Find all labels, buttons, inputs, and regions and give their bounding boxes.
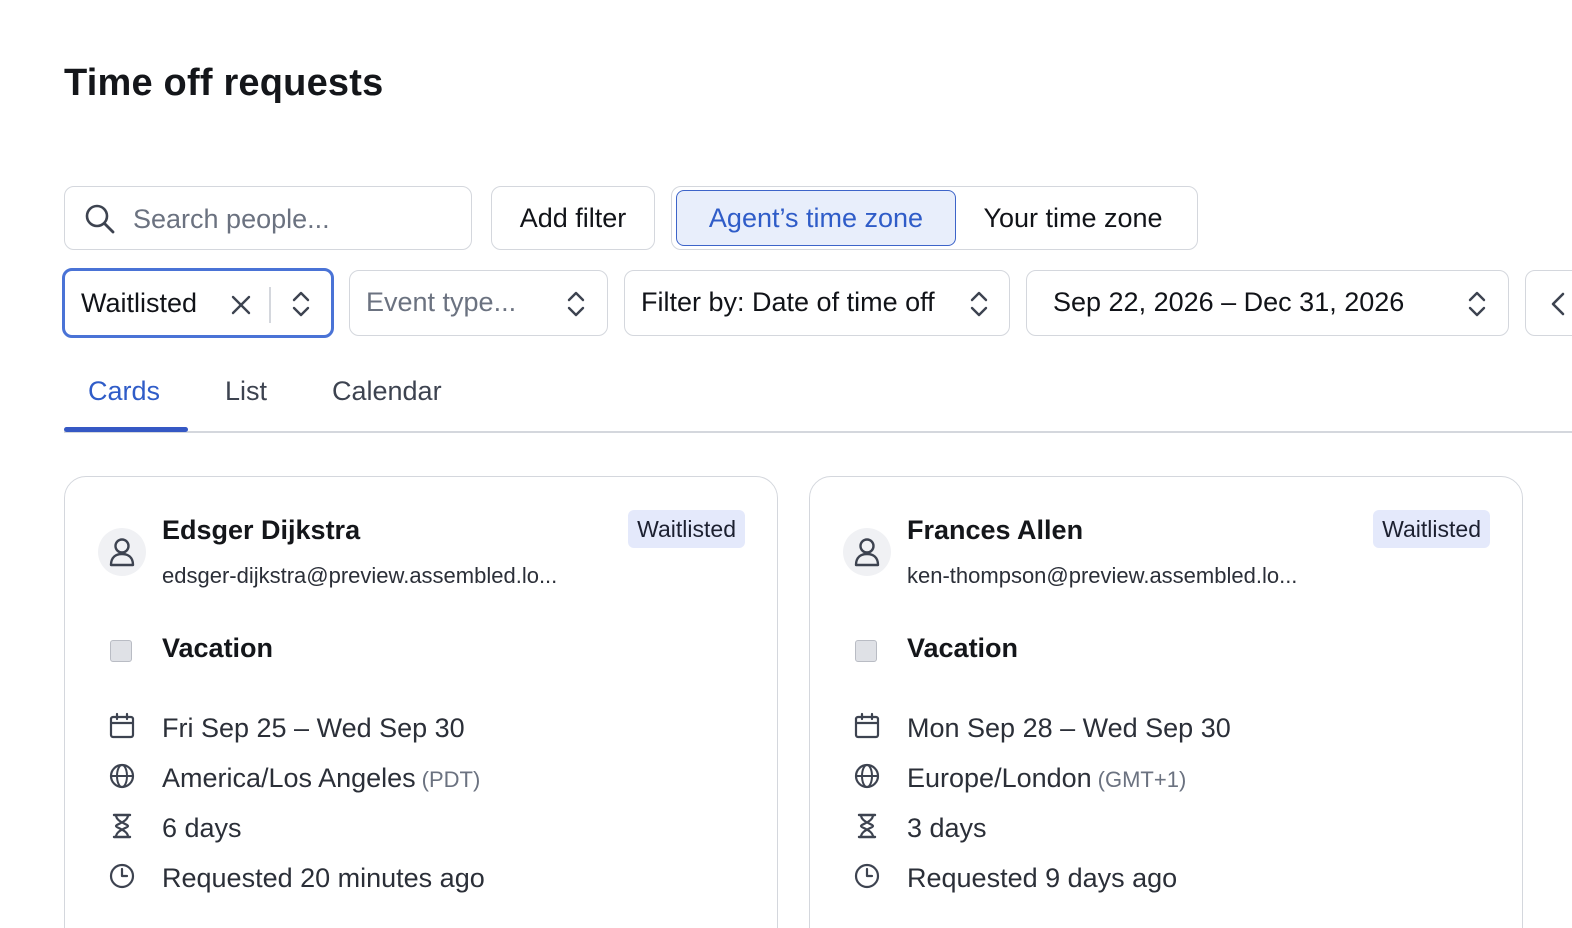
search-icon — [85, 204, 115, 234]
timezone-name: Europe/London — [907, 763, 1092, 793]
filter-by-select[interactable]: Filter by: Date of time off — [624, 270, 1010, 336]
active-tab-indicator — [64, 427, 188, 432]
timezone-text: Europe/London (GMT+1) — [907, 763, 1186, 794]
timezone-abbr: (PDT) — [421, 767, 481, 792]
filter-by-value: Filter by: Date of time off — [641, 287, 935, 317]
date-range-text: Mon Sep 28 – Wed Sep 30 — [907, 713, 1231, 743]
date-range-text: Fri Sep 25 – Wed Sep 30 — [162, 713, 465, 743]
timezone-toggle: Agent’s time zone Your time zone — [671, 186, 1198, 250]
tab-calendar[interactable]: Calendar — [332, 376, 442, 407]
agent-timezone-option[interactable]: Agent’s time zone — [676, 190, 956, 246]
search-input[interactable] — [133, 199, 453, 239]
requester-email: ken-thompson@preview.assembled.lo... — [907, 563, 1298, 588]
chevron-up-down-icon — [292, 291, 310, 317]
hourglass-icon — [857, 813, 877, 839]
tab-list[interactable]: List — [225, 376, 267, 407]
event-type-placeholder: Event type... — [366, 287, 517, 317]
user-icon — [109, 538, 135, 567]
tabs-divider — [64, 431, 1572, 433]
chevron-left-icon — [1551, 292, 1565, 316]
clock-icon — [854, 863, 880, 889]
page-title: Time off requests — [64, 62, 384, 104]
request-card[interactable]: Frances Allen ken-thompson@preview.assem… — [809, 476, 1523, 928]
timezone-name: America/Los Angeles — [162, 763, 416, 793]
clock-icon — [109, 863, 135, 889]
select-divider — [269, 287, 271, 323]
status-filter-select[interactable]: Waitlisted — [62, 268, 334, 338]
requested-text: Requested 9 days ago — [907, 863, 1178, 893]
user-icon — [854, 538, 880, 567]
duration-text: 6 days — [162, 813, 242, 843]
globe-icon — [854, 763, 880, 789]
requester-name: Frances Allen — [907, 515, 1084, 545]
previous-range-button[interactable] — [1525, 270, 1572, 336]
time-off-page: Time off requests Add filter Agent’s tim… — [0, 0, 1572, 928]
chevron-up-down-icon — [1468, 291, 1486, 317]
status-badge: Waitlisted — [628, 510, 745, 548]
tab-cards[interactable]: Cards — [88, 376, 160, 407]
requester-name: Edsger Dijkstra — [162, 515, 361, 545]
calendar-icon — [109, 712, 135, 739]
chevron-up-down-icon — [567, 291, 585, 317]
event-type-color-swatch — [110, 640, 132, 662]
calendar-icon — [854, 712, 880, 739]
date-range-value: Sep 22, 2026 – Dec 31, 2026 — [1053, 287, 1405, 317]
status-badge: Waitlisted — [1373, 510, 1490, 548]
globe-icon — [109, 763, 135, 789]
request-card[interactable]: Edsger Dijkstra edsger-dijkstra@preview.… — [64, 476, 778, 928]
avatar — [843, 528, 891, 576]
requested-text: Requested 20 minutes ago — [162, 863, 485, 893]
status-filter-value: Waitlisted — [81, 288, 198, 318]
view-tabs: Cards List Calendar — [64, 364, 1572, 434]
your-timezone-option[interactable]: Your time zone — [958, 190, 1188, 246]
timezone-text: America/Los Angeles (PDT) — [162, 763, 480, 794]
event-type-select[interactable]: Event type... — [349, 270, 608, 336]
requester-email: edsger-dijkstra@preview.assembled.lo... — [162, 563, 558, 588]
event-type-label: Vacation — [907, 633, 1019, 663]
avatar — [98, 528, 146, 576]
search-box[interactable] — [64, 186, 472, 250]
date-range-select[interactable]: Sep 22, 2026 – Dec 31, 2026 — [1026, 270, 1509, 336]
add-filter-button[interactable]: Add filter — [491, 186, 655, 250]
clear-icon[interactable] — [229, 293, 253, 317]
chevron-up-down-icon — [970, 291, 988, 317]
timezone-abbr: (GMT+1) — [1097, 767, 1187, 792]
duration-text: 3 days — [907, 813, 987, 843]
event-type-label: Vacation — [162, 633, 274, 663]
hourglass-icon — [112, 813, 132, 839]
event-type-color-swatch — [855, 640, 877, 662]
